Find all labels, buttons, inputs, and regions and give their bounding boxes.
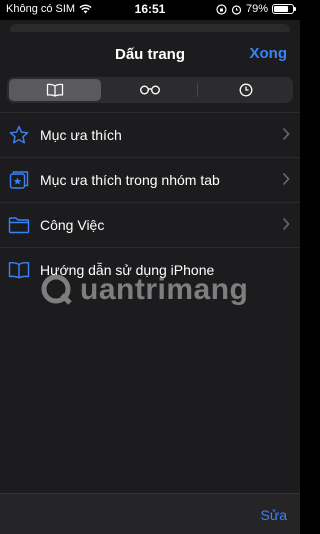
battery-icon [272,4,296,14]
bottom-toolbar: Sửa [0,493,300,534]
tab-bookmarks[interactable] [7,77,102,103]
watermark-text: uantrimang [80,273,249,306]
tab-reading-list[interactable] [102,77,197,103]
star-icon [8,124,30,146]
history-clock-icon [239,83,252,97]
battery-percent: 79% [245,3,268,15]
watermark-q-icon [41,274,72,305]
status-right: 79% [216,3,296,15]
list-item-label: Công Việc [40,217,105,233]
reading-list-glasses-icon [139,85,160,95]
orientation-lock-icon [216,3,227,15]
list-item-label: Mục ưa thích trong nhóm tab [40,172,220,188]
list-item-work-folder[interactable]: Công Việc [0,203,300,248]
chevron-right-icon [282,172,290,186]
alarm-icon [231,4,242,15]
chevron-right-icon [282,217,290,231]
list-item-label: Mục ưa thích [40,127,122,143]
book-icon [46,83,63,97]
list-item-tab-group-favorites[interactable]: Mục ưa thích trong nhóm tab [0,158,300,203]
folder-icon [8,214,30,236]
tab-group-favorites-icon [8,169,30,191]
chevron-right-icon [282,127,290,141]
status-bar: Không có SIM 16:51 79% [0,0,300,20]
done-button[interactable]: Xong [250,45,288,62]
edit-button[interactable]: Sửa [261,507,288,523]
book-icon [8,259,30,281]
battery-fill [274,6,288,12]
tab-history[interactable] [198,77,293,103]
watermark-logo: uantrimang [40,270,280,310]
sheet-header: Dấu trang Xong [0,32,300,80]
bookmarks-sheet: Dấu trang Xong Mục ưa thích Mục ưa thích [0,32,300,534]
bookmarks-segmented-control [7,77,293,103]
list-item-favorites[interactable]: Mục ưa thích [0,113,300,158]
bookmarks-list: Mục ưa thích Mục ưa thích trong nhóm tab… [0,112,300,292]
